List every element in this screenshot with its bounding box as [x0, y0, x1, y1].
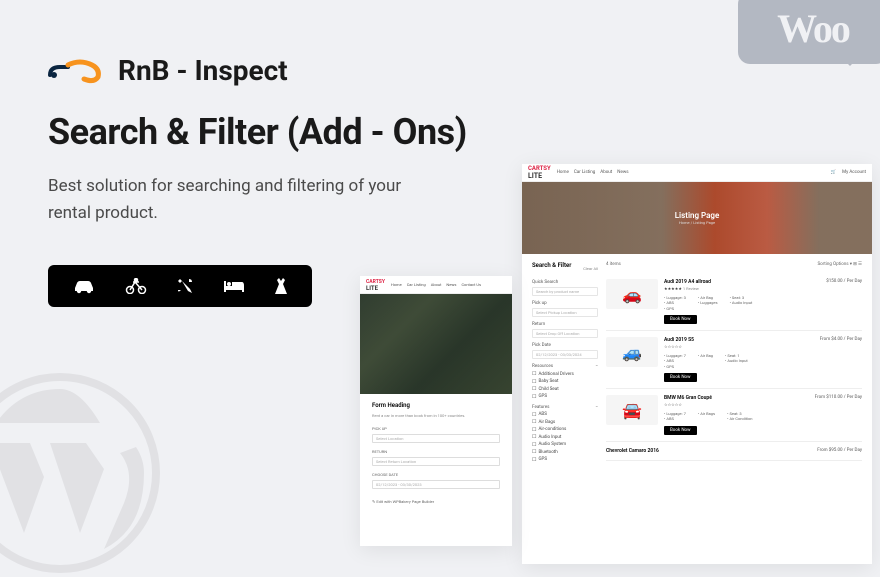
res-check[interactable]: Child Seat: [532, 386, 598, 392]
car-name[interactable]: Chevrolet Camaro 2016: [606, 448, 659, 454]
form-return-input[interactable]: Select Return Location: [372, 457, 500, 466]
sf-return-input[interactable]: Select Drop Off Location: [532, 329, 598, 338]
sf-quicksearch-lbl: Quick Search: [532, 280, 598, 285]
car-image: 🚙: [606, 337, 658, 367]
header-right: 🛒 My Account: [831, 170, 866, 175]
hero-b-title: Listing Page: [675, 211, 720, 220]
filter-sidebar: Search & Filter Clear All Quick Search S…: [532, 262, 598, 464]
mockup-a-header: CARTSYLITE Home Car Listing About News C…: [360, 276, 512, 294]
sf-pickup-lbl: Pick up: [532, 301, 598, 306]
woo-text: Woo: [777, 5, 849, 52]
nav-a-news[interactable]: News: [446, 282, 456, 287]
tools-icon: [176, 277, 194, 295]
bed-icon: [223, 279, 245, 293]
results-area: 4 items Sorting Options ▾ ⊞ ☰ 🚗 Audi 2019…: [606, 262, 862, 464]
cart-icon[interactable]: 🛒: [831, 170, 837, 175]
form-date-input[interactable]: 02/12/2023 - 03/30/2023: [372, 480, 500, 489]
brand-name: RnB - Inspect: [118, 54, 288, 87]
nav-listing[interactable]: Car Listing: [574, 170, 595, 175]
car-price: $150.00 / Per Day: [826, 279, 862, 285]
nav-a-about[interactable]: About: [431, 282, 442, 287]
car-image: 🚗: [606, 279, 658, 309]
result-card: 🚘 BMW M6 Gran Coupé From $110.00 / Per Day…: [606, 389, 862, 442]
feat-check[interactable]: ABS: [532, 412, 598, 418]
hero-b: Listing Page Home / Listing Page: [522, 182, 872, 254]
car-name[interactable]: Audi 2019 A4 allroad: [664, 279, 711, 285]
wordpress-bg-logo: [0, 373, 160, 577]
sf-date-lbl: Pick Date: [532, 343, 598, 348]
hero-b-breadcrumb: Home / Listing Page: [675, 220, 720, 225]
mockup-b-nav: Home Car Listing About News: [557, 170, 629, 175]
nav-a-listing[interactable]: Car Listing: [407, 282, 426, 287]
category-icon-bar: [48, 265, 312, 307]
car-image: 🚘: [606, 395, 658, 425]
mockup-area: CARTSYLITE Home Car Listing About News 🛒…: [360, 164, 880, 564]
account-link[interactable]: My Account: [842, 170, 866, 175]
book-button[interactable]: Book Now: [664, 426, 697, 435]
subtitle: Best solution for searching and filterin…: [48, 173, 408, 227]
sf-return-lbl: Return: [532, 322, 598, 327]
feat-check[interactable]: Bluetooth: [532, 449, 598, 455]
bike-icon: [125, 278, 147, 294]
res-check[interactable]: Baby Seat: [532, 379, 598, 385]
result-count: 4 items: [606, 262, 621, 267]
form-pickup-lbl: PICK UP: [372, 426, 500, 431]
feat-check[interactable]: Audio System: [532, 442, 598, 448]
res-check[interactable]: GPS: [532, 394, 598, 400]
brand-row: RnB - Inspect: [48, 54, 832, 87]
feat-check[interactable]: Air-conditions: [532, 427, 598, 433]
nav-a-contact[interactable]: Contact Us: [461, 282, 481, 287]
form-return-lbl: RETURN: [372, 449, 500, 454]
result-card: 🚙Audi 2019 S5From $4.00 / Per Day☆☆☆☆☆• …: [606, 331, 862, 389]
car-rating: ★★★★★ 1 Review: [664, 286, 862, 291]
form-note[interactable]: ✎ Edit with WPBakery Page Builder: [372, 499, 500, 504]
nav-news[interactable]: News: [617, 170, 628, 175]
book-button[interactable]: Book Now: [664, 315, 697, 324]
sf-pickup-input[interactable]: Select Pickup Location: [532, 308, 598, 317]
car-rating: ☆☆☆☆☆: [664, 344, 862, 349]
results-bar: 4 items Sorting Options ▾ ⊞ ☰: [606, 262, 862, 267]
woo-badge: Woo: [738, 0, 880, 64]
hero-a: [360, 294, 512, 394]
mockup-form: CARTSYLITE Home Car Listing About News C…: [360, 276, 512, 546]
dress-icon: [274, 277, 288, 295]
feat-check[interactable]: Audio Input: [532, 434, 598, 440]
sf-title: Search & Filter: [532, 262, 571, 269]
mockup-listing: CARTSYLITE Home Car Listing About News 🛒…: [522, 164, 872, 564]
car-price: From $110.00 / Per Day: [815, 395, 862, 401]
form-subtitle: Rent a car in more than book from in 100…: [372, 413, 500, 418]
sf-resources-lbl: Resources−: [532, 364, 598, 369]
nav-about[interactable]: About: [600, 170, 612, 175]
mockup-b-logo: CARTSYLITE: [528, 165, 551, 180]
mockup-b-header: CARTSYLITE Home Car Listing About News 🛒…: [522, 164, 872, 182]
form-pickup-input[interactable]: Select Location: [372, 434, 500, 443]
clear-all[interactable]: Clear All: [583, 266, 598, 271]
feat-check[interactable]: GPS: [532, 457, 598, 463]
car-price: From $4.00 / Per Day: [820, 337, 862, 343]
mockup-a-logo: CARTSYLITE: [366, 278, 385, 292]
car-icon: [72, 278, 96, 294]
sf-date-input[interactable]: 02/12/2023 - 03/03/2024: [532, 350, 598, 359]
car-price: From $95.00 / Per Day: [817, 448, 862, 454]
form-date-lbl: CHOOSE DATE: [372, 472, 500, 477]
car-name[interactable]: BMW M6 Gran Coupé: [664, 395, 712, 401]
car-name[interactable]: Audi 2019 S5: [664, 337, 694, 343]
book-button[interactable]: Book Now: [664, 373, 697, 382]
res-check[interactable]: Additional Drivers: [532, 371, 598, 377]
feat-check[interactable]: Air Bags: [532, 419, 598, 425]
page-title: Search & Filter (Add - Ons): [48, 111, 832, 153]
nav-a-home[interactable]: Home: [391, 282, 402, 287]
mockup-a-nav: Home Car Listing About News Contact Us: [391, 282, 481, 287]
mockup-a-body: Form Heading Rent a car in more than boo…: [360, 394, 512, 512]
brand-icon: [48, 57, 104, 85]
car-rating: ☆☆☆☆☆: [664, 402, 862, 407]
result-card: 🚗 Audi 2019 A4 allroad $150.00 / Per Day★★…: [606, 273, 862, 331]
result-card: Chevrolet Camaro 2016 From $95.00 / Per D…: [606, 442, 862, 461]
form-heading: Form Heading: [372, 402, 500, 409]
sf-features-lbl: Features−: [532, 405, 598, 410]
nav-home[interactable]: Home: [557, 170, 569, 175]
sort-dropdown[interactable]: Sorting Options ▾ ⊞ ☰: [817, 262, 862, 267]
sf-quicksearch-input[interactable]: Search by product name: [532, 287, 598, 296]
